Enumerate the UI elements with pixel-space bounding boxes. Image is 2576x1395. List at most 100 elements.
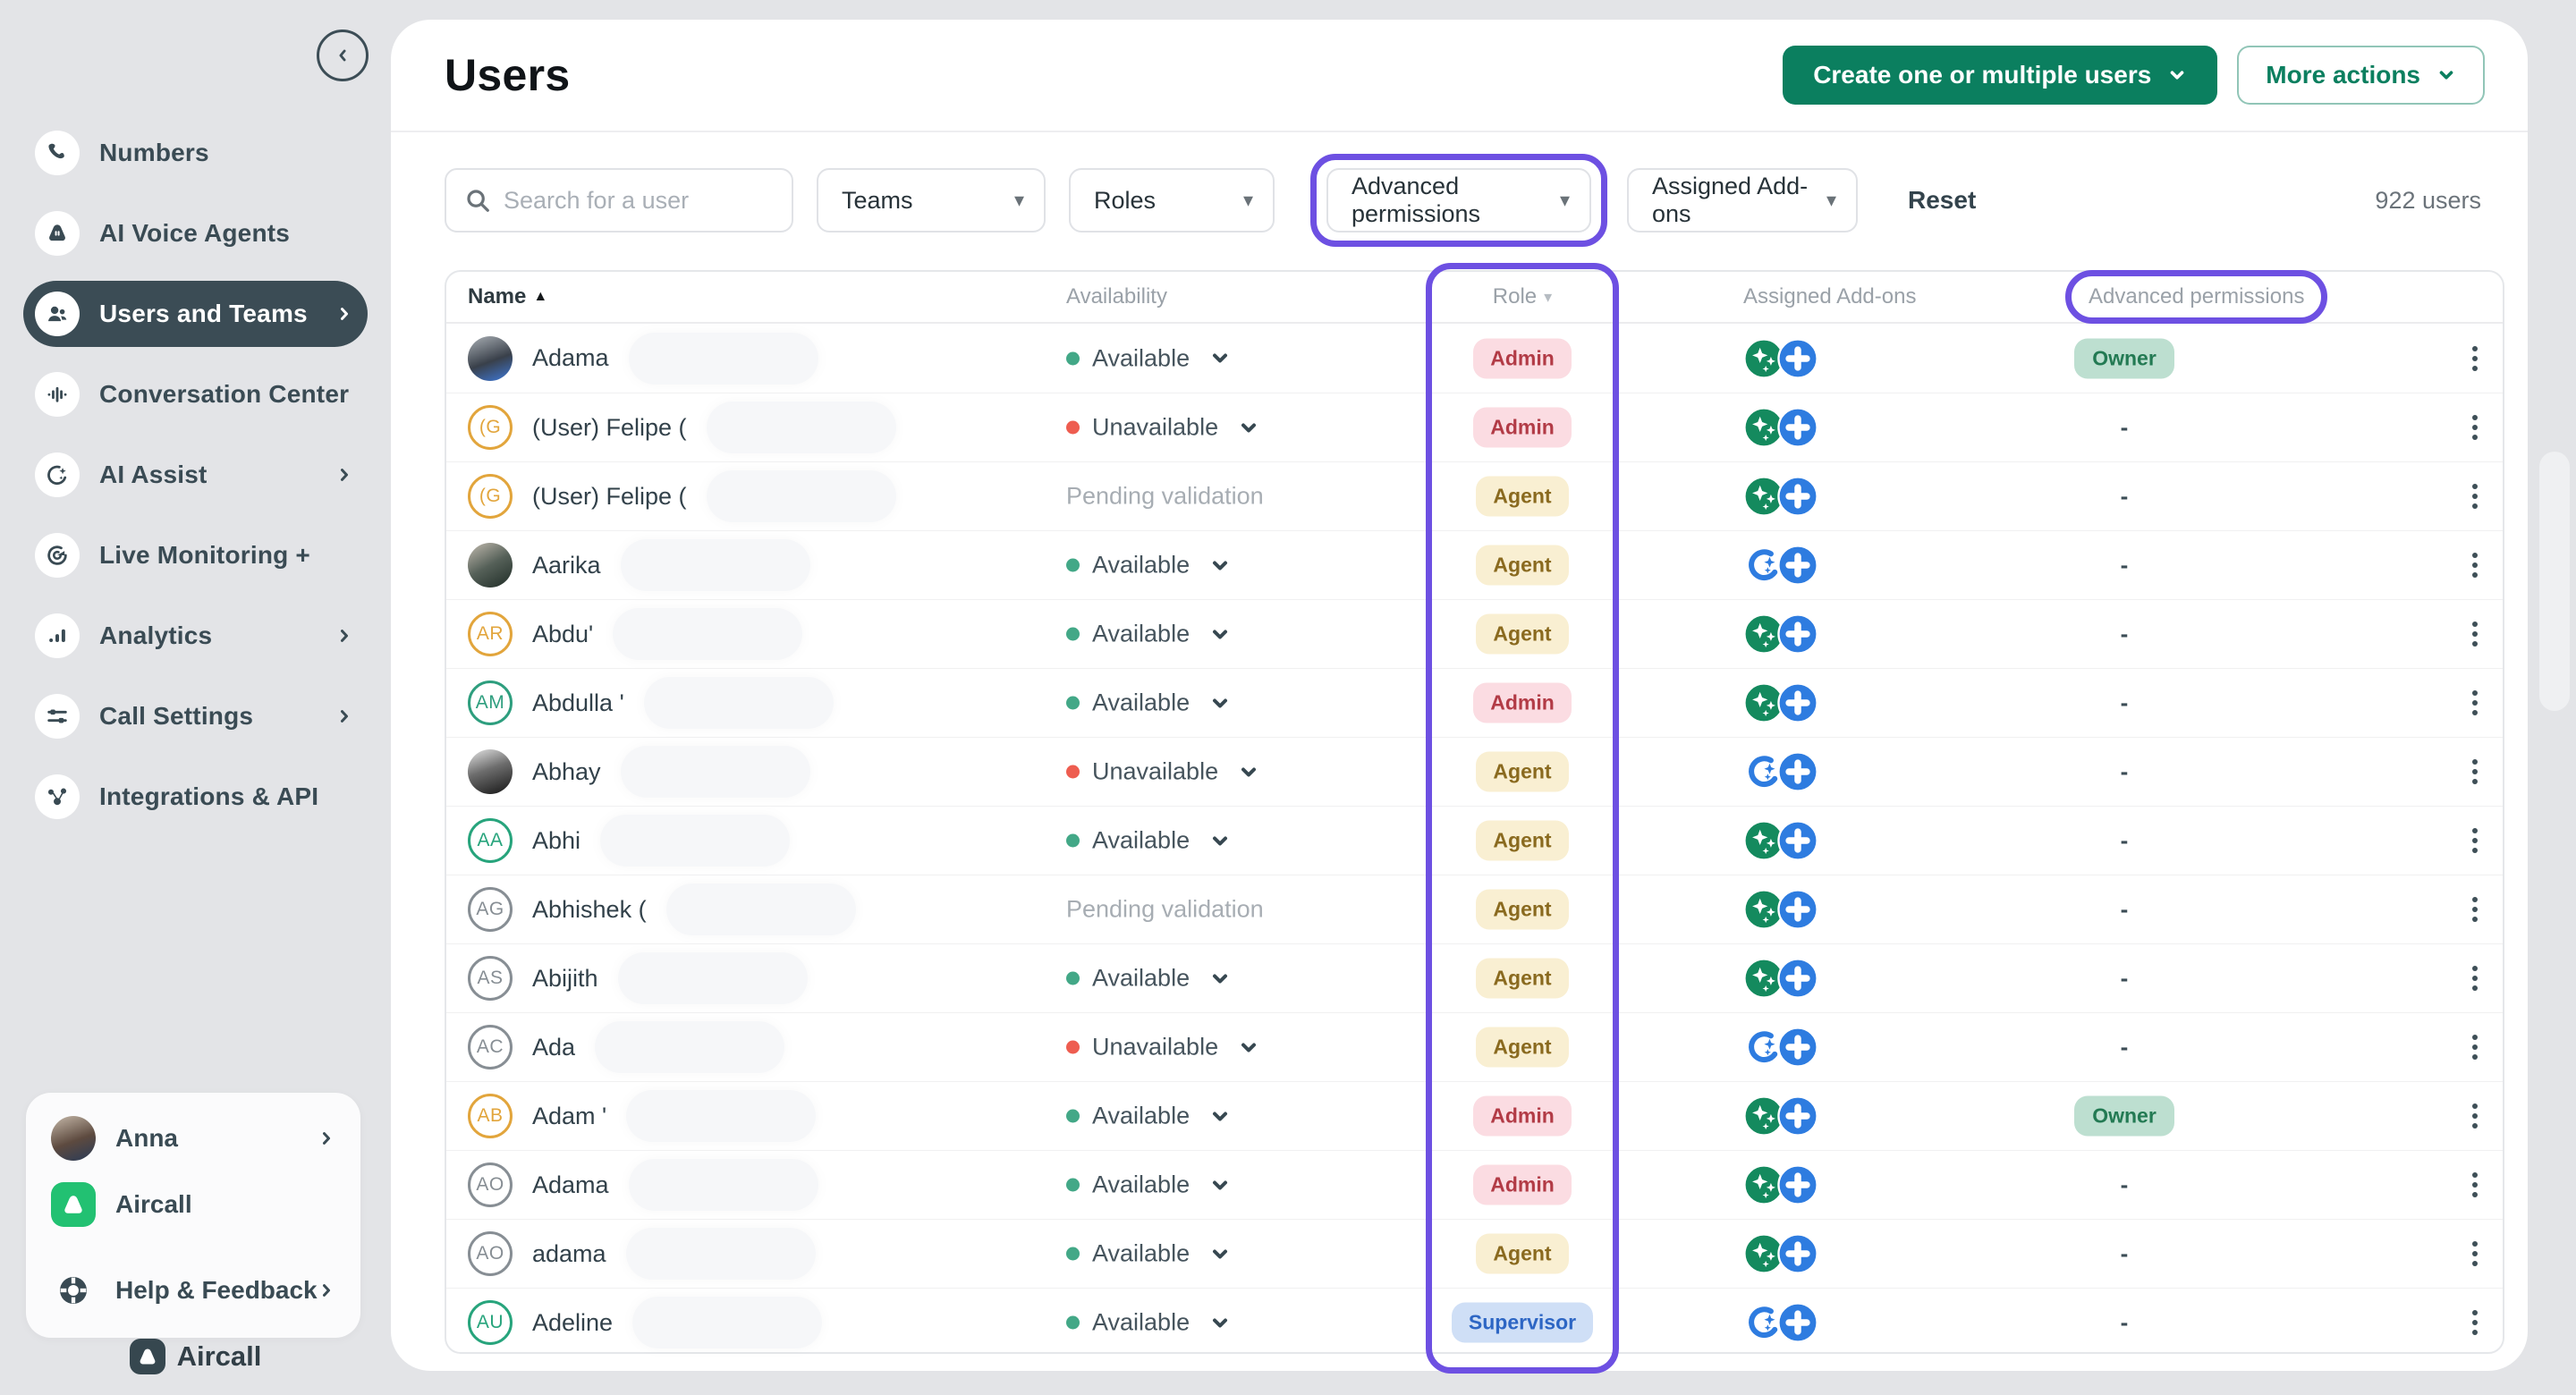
availability-label: Unavailable	[1092, 1034, 1218, 1061]
table-row[interactable]: Aarika Available Agent -	[446, 530, 2503, 599]
table-row[interactable]: AO Adama Available Admin -	[446, 1150, 2503, 1219]
availability-cell[interactable]: Available	[1066, 827, 1231, 855]
chevron-down-icon[interactable]	[1209, 1312, 1231, 1333]
sidebar-item-users-and-teams[interactable]: Users and Teams	[23, 281, 368, 347]
availability-cell[interactable]: Available	[1066, 1103, 1231, 1130]
availability-cell[interactable]: Available	[1066, 552, 1231, 579]
chevron-down-icon[interactable]	[1209, 1105, 1231, 1127]
chevron-down-icon[interactable]	[1209, 623, 1231, 645]
table-row[interactable]: AA Abhi Available Agent -	[446, 806, 2503, 875]
chevron-down-icon[interactable]	[1209, 1243, 1231, 1264]
availability-cell[interactable]: Available	[1066, 689, 1231, 717]
role-badge: Agent	[1476, 890, 1568, 930]
table-row[interactable]: AG Abhishek ( Pending validation Agent -	[446, 875, 2503, 943]
sidebar-item-integrations-api[interactable]: Integrations & API	[23, 764, 368, 830]
table-row[interactable]: AM Abdulla ' Available Admin -	[446, 668, 2503, 737]
table-row[interactable]: AO adama Available Agent -	[446, 1219, 2503, 1288]
teams-filter-dropdown[interactable]: Teams ▾	[817, 168, 1046, 232]
reset-filters-link[interactable]: Reset	[1908, 186, 1976, 215]
advanced-permissions-cell: -	[2040, 896, 2208, 924]
column-header-role[interactable]: Role ▾	[1426, 284, 1619, 309]
chevron-down-icon[interactable]	[1209, 830, 1231, 851]
sidebar-item-ai-assist[interactable]: AI Assist	[23, 442, 368, 508]
row-menu-button[interactable]	[2457, 897, 2493, 922]
availability-cell[interactable]: Available	[1066, 1171, 1231, 1199]
sidebar-item-live-monitoring[interactable]: Live Monitoring +	[23, 522, 368, 588]
row-menu-button[interactable]	[2457, 1035, 2493, 1060]
availability-cell[interactable]: Available	[1066, 344, 1231, 372]
table-row[interactable]: Abhay Unavailable Agent -	[446, 737, 2503, 806]
advanced-permissions-cell: -	[2040, 758, 2208, 786]
roles-filter-dropdown[interactable]: Roles ▾	[1069, 168, 1275, 232]
row-menu-button[interactable]	[2457, 621, 2493, 647]
footer-item-aircall[interactable]: Aircall	[37, 1171, 350, 1238]
assigned-addons-filter-dropdown[interactable]: Assigned Add-ons ▾	[1627, 168, 1858, 232]
row-menu-button[interactable]	[2457, 484, 2493, 509]
sidebar-collapse-button[interactable]	[317, 30, 369, 81]
footer-item-help-feedback[interactable]: Help & Feedback	[37, 1257, 350, 1323]
table-row[interactable]: AU Adeline Available Supervisor -	[446, 1288, 2503, 1357]
row-menu-button[interactable]	[2457, 346, 2493, 371]
chevron-down-icon[interactable]	[1209, 692, 1231, 714]
role-cell: Admin	[1426, 683, 1619, 723]
availability-cell[interactable]: Pending validation	[1066, 896, 1264, 924]
availability-cell[interactable]: Available	[1066, 965, 1231, 993]
row-menu-button[interactable]	[2457, 1310, 2493, 1335]
availability-cell[interactable]: Unavailable	[1066, 758, 1259, 786]
user-name: Abdu'	[532, 621, 593, 648]
availability-cell[interactable]: Available	[1066, 1309, 1231, 1337]
availability-cell[interactable]: Pending validation	[1066, 483, 1264, 511]
search-input[interactable]	[504, 187, 774, 215]
footer-item-anna[interactable]: Anna	[37, 1105, 350, 1171]
chevron-down-icon[interactable]	[1209, 554, 1231, 576]
row-menu-button[interactable]	[2457, 1241, 2493, 1266]
sidebar-item-ai-voice-agents[interactable]: AI Voice Agents	[23, 200, 368, 266]
chevron-down-icon[interactable]	[1209, 348, 1231, 369]
row-menu-button[interactable]	[2457, 553, 2493, 578]
advanced-permissions-filter-dropdown[interactable]: Advanced permissions ▾	[1326, 168, 1591, 232]
chevron-down-icon[interactable]	[1238, 761, 1259, 782]
name-cell: AR Abdu'	[468, 608, 802, 660]
sidebar-item-conversation-center[interactable]: Conversation Center	[23, 361, 368, 427]
table-row[interactable]: AB Adam ' Available Admin Owner	[446, 1081, 2503, 1150]
name-cell: Aarika	[468, 539, 810, 591]
live-monitoring-icon	[35, 533, 80, 578]
addon-plus-icon	[1777, 476, 1818, 517]
row-menu-button[interactable]	[2457, 966, 2493, 991]
footer-item-label: Help & Feedback	[115, 1276, 318, 1305]
sidebar-item-numbers[interactable]: Numbers	[23, 120, 368, 186]
more-actions-button[interactable]: More actions	[2237, 46, 2485, 105]
table-row[interactable]: (G (User) Felipe ( Pending validation Ag…	[446, 461, 2503, 530]
chevron-down-icon[interactable]	[1238, 1036, 1259, 1058]
user-search[interactable]	[445, 168, 793, 232]
column-header-name[interactable]: Name ▲	[468, 284, 547, 309]
row-menu-button[interactable]	[2457, 415, 2493, 440]
name-cell: AG Abhishek (	[468, 884, 856, 935]
chevron-down-icon[interactable]	[1209, 968, 1231, 989]
availability-cell[interactable]: Unavailable	[1066, 414, 1259, 442]
permission-dash: -	[2121, 965, 2129, 993]
sidebar-item-analytics[interactable]: Analytics	[23, 603, 368, 669]
chevron-down-icon[interactable]	[1209, 1174, 1231, 1196]
sidebar-item-call-settings[interactable]: Call Settings	[23, 683, 368, 749]
table-row[interactable]: Adama Available Admin Owner	[446, 324, 2503, 393]
table-body: Adama Available Admin Owner (G (User) Fe…	[446, 324, 2503, 1357]
table-row[interactable]: AC Ada Unavailable Agent -	[446, 1012, 2503, 1081]
row-menu-button[interactable]	[2457, 828, 2493, 853]
availability-cell[interactable]: Available	[1066, 621, 1231, 648]
row-menu-button[interactable]	[2457, 1103, 2493, 1129]
row-menu-button[interactable]	[2457, 759, 2493, 784]
user-name: Adam '	[532, 1103, 606, 1130]
table-row[interactable]: (G (User) Felipe ( Unavailable Admin -	[446, 393, 2503, 461]
owner-badge: Owner	[2074, 338, 2174, 378]
scrollbar-thumb[interactable]	[2539, 452, 2570, 711]
availability-cell[interactable]: Available	[1066, 1240, 1231, 1268]
row-menu-button[interactable]	[2457, 1172, 2493, 1197]
row-menu-button[interactable]	[2457, 690, 2493, 715]
table-row[interactable]: AS Abijith Available Agent -	[446, 943, 2503, 1012]
availability-cell[interactable]: Unavailable	[1066, 1034, 1259, 1061]
table-row[interactable]: AR Abdu' Available Agent -	[446, 599, 2503, 668]
create-users-button[interactable]: Create one or multiple users	[1783, 46, 2217, 105]
chevron-down-icon[interactable]	[1238, 417, 1259, 438]
column-header-assigned-addons: Assigned Add-ons	[1743, 284, 1916, 309]
